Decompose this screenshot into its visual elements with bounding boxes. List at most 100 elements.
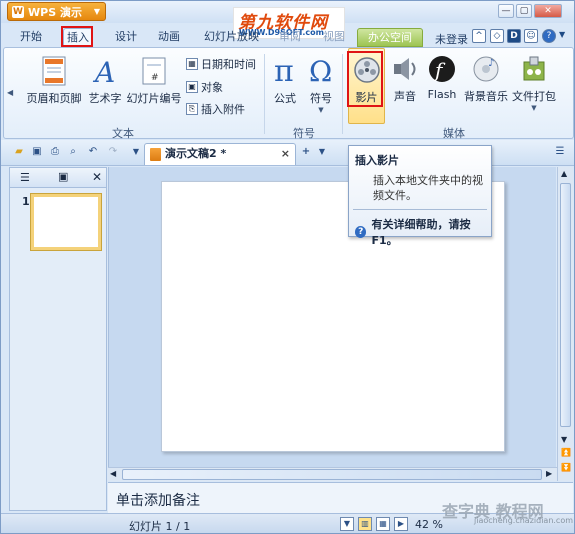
help-icon[interactable]: ?: [542, 29, 556, 43]
calendar-icon: ▦: [186, 58, 198, 70]
tab-menu-icon[interactable]: ▼: [315, 145, 329, 159]
chevron-down-icon: ▼: [318, 106, 324, 114]
close-button[interactable]: ✕: [534, 4, 562, 18]
tooltip-help: ? 有关详细帮助，请按F1。: [355, 216, 491, 248]
date-time-button[interactable]: ▦ 日期和时间: [186, 56, 256, 72]
music-disc-icon: ♪: [473, 56, 499, 82]
word-art-button[interactable]: A 艺术字: [87, 56, 123, 106]
media-group-label: 媒体: [443, 127, 465, 140]
tab-office-space[interactable]: 办公空间: [357, 28, 423, 47]
symbol-button[interactable]: Ω 符号 ▼: [306, 54, 336, 114]
tooltip-help-text: 有关详细帮助，请按F1。: [371, 218, 471, 247]
scroll-right-icon[interactable]: ▶: [546, 469, 552, 478]
print-icon[interactable]: ⎙: [48, 145, 62, 159]
wps-logo-icon: W: [12, 5, 24, 18]
symbol-label: 符号: [310, 92, 332, 105]
minimize-button[interactable]: —: [498, 4, 514, 18]
outline-tab-icon[interactable]: ☰: [20, 171, 30, 184]
redo-icon[interactable]: ↷: [106, 145, 120, 159]
formula-label: 公式: [274, 92, 296, 105]
docer-icon[interactable]: D: [507, 29, 521, 43]
next-slide-icon[interactable]: ⏬: [561, 463, 571, 472]
header-footer-button[interactable]: 页眉和页脚: [24, 56, 84, 106]
package-icon: [523, 56, 545, 81]
watermark-corner-url: jiaocheng.chazidian.com: [474, 516, 574, 525]
vertical-scroll-thumb[interactable]: [560, 183, 571, 427]
header-footer-label: 页眉和页脚: [26, 92, 82, 105]
group-separator: [264, 54, 265, 134]
vertical-scrollbar[interactable]: ▲ ▼ ⏫ ⏬: [557, 167, 573, 481]
slideshow-view-icon[interactable]: ▶: [394, 517, 408, 531]
date-time-label: 日期和时间: [201, 58, 256, 71]
word-art-label: 艺术字: [88, 92, 122, 105]
tooltip-description: 插入本地文件夹中的视频文件。: [373, 174, 483, 202]
open-folder-icon[interactable]: ▰: [12, 145, 26, 159]
close-tab-icon[interactable]: ×: [281, 144, 290, 164]
chevron-down-icon: ▼: [93, 7, 100, 16]
text-group-label: 文本: [112, 127, 134, 140]
svg-text:A: A: [92, 56, 115, 86]
normal-view-icon[interactable]: ▥: [358, 517, 372, 531]
close-pane-icon[interactable]: ✕: [92, 170, 102, 184]
movie-tooltip: 插入影片 插入本地文件夹中的视频文件。 ? 有关详细帮助，请按F1。: [348, 145, 492, 247]
horizontal-scrollbar[interactable]: ◀ ▶: [108, 467, 557, 481]
chevron-down-icon: ▼: [531, 104, 537, 112]
toolbar-options-icon[interactable]: ☰: [553, 145, 567, 159]
insert-tab-highlight: [61, 26, 93, 47]
tab-review[interactable]: 审阅: [276, 28, 304, 47]
scroll-left-icon[interactable]: ◀: [110, 469, 116, 478]
file-package-button[interactable]: 文件打包 ▼: [510, 54, 558, 112]
save-icon[interactable]: ▣: [30, 145, 44, 159]
horizontal-scroll-thumb[interactable]: [122, 469, 542, 480]
symbol-group-label: 符号: [293, 127, 315, 140]
slide-number-icon: #: [142, 57, 166, 85]
zoom-level: 42 %: [415, 518, 443, 531]
tab-start[interactable]: 开始: [17, 28, 45, 47]
tab-slideshow[interactable]: 幻灯片放映: [201, 28, 262, 47]
tab-animation[interactable]: 动画: [155, 28, 183, 47]
movie-button-highlight: [347, 51, 383, 107]
object-button[interactable]: ▣ 对象: [186, 79, 223, 95]
omega-icon: Ω: [309, 55, 332, 86]
scroll-down-icon[interactable]: ▼: [561, 435, 567, 444]
formula-button[interactable]: π 公式: [270, 54, 300, 106]
slides-tab-icon[interactable]: ▣: [58, 170, 68, 183]
slide-number-label: 幻灯片编号: [126, 92, 182, 105]
login-status[interactable]: 未登录: [435, 31, 468, 47]
word-art-icon: A: [92, 56, 115, 86]
print-preview-icon[interactable]: ⌕: [66, 145, 80, 159]
object-icon: ▣: [186, 81, 198, 93]
skin-icon[interactable]: ◇: [490, 29, 504, 43]
view-options-icon[interactable]: ▼: [340, 517, 354, 531]
flash-icon: f: [429, 56, 455, 82]
sound-button[interactable]: 声音: [389, 54, 421, 104]
slides-pane-tabs: ☰ ▣ ✕: [10, 168, 106, 188]
background-music-button[interactable]: ♪ 背景音乐: [463, 54, 509, 104]
file-package-label: 文件打包: [512, 90, 556, 103]
maximize-button[interactable]: ▢: [516, 4, 532, 18]
collapse-ribbon-icon[interactable]: ^: [472, 29, 486, 43]
ribbon-scroll-left-icon[interactable]: ◀: [7, 88, 13, 97]
new-tab-icon[interactable]: +: [299, 145, 313, 159]
background-music-label: 背景音乐: [464, 90, 508, 103]
flash-button[interactable]: f Flash: [424, 54, 460, 101]
svg-text:#: #: [151, 73, 159, 83]
slide-sorter-icon[interactable]: ▦: [376, 517, 390, 531]
document-tab[interactable]: 演示文稿2 * ×: [144, 143, 296, 165]
object-label: 对象: [201, 81, 223, 94]
slide-thumbnail[interactable]: [30, 193, 102, 251]
scroll-up-icon[interactable]: ▲: [561, 169, 567, 178]
customize-toolbar-icon[interactable]: ▼: [129, 145, 143, 159]
insert-attachment-button[interactable]: ⎘ 插入附件: [186, 101, 245, 117]
app-menu-button[interactable]: W WPS 演示 ▼: [7, 2, 106, 21]
slide-number: 1: [22, 195, 30, 208]
undo-icon[interactable]: ↶: [86, 145, 100, 159]
attachment-icon: ⎘: [186, 103, 198, 115]
tab-view[interactable]: 视图: [320, 28, 348, 47]
tab-design[interactable]: 设计: [112, 28, 140, 47]
account-icon[interactable]: ☺: [524, 29, 538, 43]
slide-number-button[interactable]: # 幻灯片编号: [126, 56, 182, 106]
prev-slide-icon[interactable]: ⏫: [561, 448, 571, 457]
help-dropdown-icon[interactable]: ▼: [559, 30, 565, 39]
group-separator: [342, 54, 343, 134]
